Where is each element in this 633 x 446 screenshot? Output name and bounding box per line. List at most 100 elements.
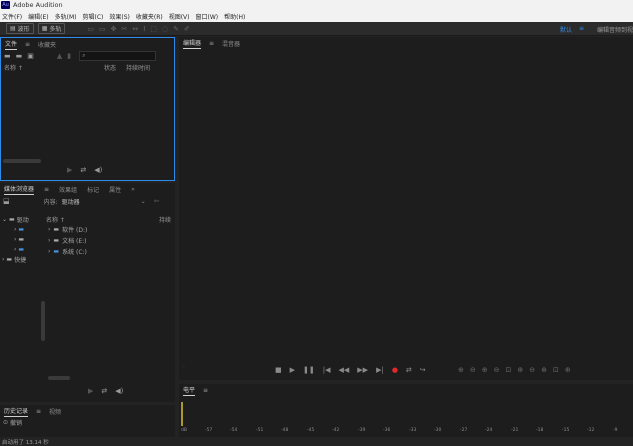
go-to-end-icon[interactable]: ▶| <box>376 366 384 374</box>
media-panel-menu-icon[interactable]: ≡ <box>44 186 49 193</box>
content-select[interactable]: 驱动器 ⌄ <box>62 197 146 206</box>
play-icon[interactable]: ▶ <box>67 166 72 174</box>
zoom-out-full-icon[interactable]: ⊡ <box>506 366 512 374</box>
media-panel-tabs: 媒体浏览器 ≡ 效果组 标记 属性 » <box>0 183 175 195</box>
files-search-input[interactable]: ⌕ <box>79 51 157 61</box>
loop-icon[interactable]: ⇄ <box>101 387 107 395</box>
fast-forward-icon[interactable]: ▶▶ <box>357 366 368 374</box>
zoom-out-time-icon[interactable]: ⊖ <box>494 366 500 374</box>
menu-favorites[interactable]: 收藏夹(R) <box>136 12 163 21</box>
list-item[interactable]: › ▬ 文档 (E:) <box>46 235 173 246</box>
zoom-in-amplitude-icon[interactable]: ⊕ <box>458 366 464 374</box>
level-tick: -30 <box>434 428 442 433</box>
back-arrow-icon[interactable]: ⇐ <box>154 197 160 205</box>
loop-playback-icon[interactable]: ⇄ <box>406 366 412 374</box>
marquee-tool-icon[interactable]: ⬚ <box>150 25 157 33</box>
column-name[interactable]: 名称 ↑ <box>4 63 23 72</box>
slip-tool-icon[interactable]: ↔ <box>132 25 138 33</box>
tree-vertical-scrollbar[interactable] <box>41 301 45 341</box>
column-duration[interactable]: 持续时间 <box>126 63 150 72</box>
workspace-menu-icon[interactable]: ≡ <box>579 25 584 32</box>
pause-icon[interactable]: ❚❚ <box>303 366 315 374</box>
tab-favorites[interactable]: 收藏夹 <box>38 40 56 49</box>
auto-play-speaker-icon[interactable]: ◀) <box>115 387 123 395</box>
rewind-icon[interactable]: ◀◀ <box>339 366 350 374</box>
menu-help[interactable]: 帮助(H) <box>224 12 245 21</box>
tree-item-drive-e[interactable]: › ▬ <box>2 234 42 244</box>
lasso-tool-icon[interactable]: ◌ <box>162 25 168 33</box>
tree-item-drive-c[interactable]: › ▬ <box>2 244 42 254</box>
menu-edit[interactable]: 编辑(E) <box>28 12 48 21</box>
import-file-icon[interactable]: ▬ <box>16 52 23 60</box>
tab-video[interactable]: 视频 <box>49 407 61 416</box>
skip-selection-icon[interactable]: ↪ <box>420 366 426 374</box>
files-panel-tabs: 文件 ≡ 收藏夹 <box>1 38 174 50</box>
record-icon[interactable]: ● <box>392 366 398 374</box>
zoom-in-point-icon[interactable]: ⊕ <box>517 366 523 374</box>
menu-clip[interactable]: 剪辑(C) <box>82 12 103 21</box>
files-horizontal-scrollbar[interactable] <box>3 159 41 163</box>
files-panel-menu-icon[interactable]: ≡ <box>25 41 30 48</box>
media-column-name[interactable]: 名称 ↑ <box>46 215 65 224</box>
tree-item-drive-d[interactable]: › ▬ <box>2 224 42 234</box>
menu-file[interactable]: 文件(F) <box>2 12 22 21</box>
multitrack-button[interactable]: ▦ 多轨 <box>37 23 66 34</box>
menu-effects[interactable]: 效果(S) <box>109 12 130 21</box>
play-icon[interactable]: ▶ <box>290 366 295 374</box>
razor-tool-icon[interactable]: ✂ <box>122 25 128 33</box>
menu-window[interactable]: 窗口(W) <box>196 12 219 21</box>
tab-properties[interactable]: 属性 <box>109 185 121 194</box>
tab-level[interactable]: 电平 <box>183 385 196 396</box>
media-browser-panel: 媒体浏览器 ≡ 效果组 标记 属性 » ⬓ 内容: 驱动器 ⌄ ⇐ ⌄ ▬ 驱动… <box>0 183 175 402</box>
play-icon[interactable]: ▶ <box>88 387 93 395</box>
menu-multitrack[interactable]: 多轨(M) <box>55 12 77 21</box>
history-panel-menu-icon[interactable]: ≡ <box>36 408 41 415</box>
waveform-button[interactable]: ▤ 波形 <box>6 23 34 34</box>
open-folder-icon[interactable]: ▬ <box>4 52 11 60</box>
toolbar: ▤ 波形 ▦ 多轨 ▭ ▭ ✥ ✂ ↔ I ⬚ ◌ ✎ ✐ 默认 ≡ 编辑音频到… <box>0 22 633 36</box>
media-column-duration[interactable]: 持续 <box>159 215 171 224</box>
delete-icon[interactable]: ▮ <box>67 52 71 60</box>
zoom-out-amplitude-icon[interactable]: ⊖ <box>470 366 476 374</box>
pitch-display-icon[interactable]: ▭ <box>99 25 106 33</box>
tab-markers[interactable]: 标记 <box>87 185 99 194</box>
history-item[interactable]: ⊙ 撤销 <box>0 417 175 427</box>
move-tool-icon[interactable]: ✥ <box>111 25 117 33</box>
tree-item-shortcuts[interactable]: › ▬ 快捷 <box>2 254 42 264</box>
tab-history[interactable]: 历史记录 <box>4 406 29 417</box>
workspace-default[interactable]: 默认 <box>560 25 572 34</box>
spectral-display-icon[interactable]: ▭ <box>87 25 94 33</box>
zoom-out-point-icon[interactable]: ⊖ <box>529 366 535 374</box>
healing-tool-icon[interactable]: ✐ <box>184 25 190 33</box>
list-item[interactable]: › ▬ 软件 (D:) <box>46 224 173 235</box>
time-selection-icon[interactable]: I <box>143 25 145 33</box>
panel-overflow-icon[interactable]: » <box>131 186 135 193</box>
tab-effects-rack[interactable]: 效果组 <box>59 185 77 194</box>
brush-tool-icon[interactable]: ✎ <box>173 25 179 33</box>
zoom-selection-icon[interactable]: ⊕ <box>541 366 547 374</box>
tab-media-browser[interactable]: 媒体浏览器 <box>4 184 35 195</box>
media-import-icon[interactable]: ⬓ <box>3 197 10 205</box>
zoom-fit-icon[interactable]: ⊡ <box>553 366 559 374</box>
level-scale: dB -57 -54 -51 -48 -45 -42 -39 -36 -33 -… <box>179 428 633 436</box>
tab-mixer[interactable]: 混音器 <box>222 39 240 48</box>
zoom-in-time-icon[interactable]: ⊕ <box>482 366 488 374</box>
level-panel-menu-icon[interactable]: ≡ <box>203 387 208 394</box>
editor-panel-menu-icon[interactable]: ≡ <box>209 40 214 47</box>
tab-editor[interactable]: 编辑器 <box>183 38 202 49</box>
zoom-in-icon[interactable]: ⊕ <box>565 366 571 374</box>
media-horizontal-scrollbar[interactable] <box>48 376 70 380</box>
tree-item-drives[interactable]: ⌄ ▬ 驱动 <box>2 215 42 224</box>
column-status[interactable]: 状态 <box>104 63 116 72</box>
title-bar: Au Adobe Audition <box>0 0 633 10</box>
insert-multitrack-icon[interactable]: ▲ <box>57 52 62 60</box>
list-item[interactable]: › ▬ 系统 (C:) <box>46 246 173 257</box>
workspace-edit-audio-to-video[interactable]: 编辑音频到视 <box>597 25 633 34</box>
loop-icon[interactable]: ⇄ <box>80 166 86 174</box>
tab-files[interactable]: 文件 <box>5 39 18 50</box>
menu-view[interactable]: 视图(V) <box>169 12 190 21</box>
go-to-start-icon[interactable]: |◀ <box>323 366 331 374</box>
stop-icon[interactable]: ■ <box>275 366 282 374</box>
new-file-icon[interactable]: ▣ <box>27 52 34 60</box>
auto-play-speaker-icon[interactable]: ◀) <box>94 166 102 174</box>
